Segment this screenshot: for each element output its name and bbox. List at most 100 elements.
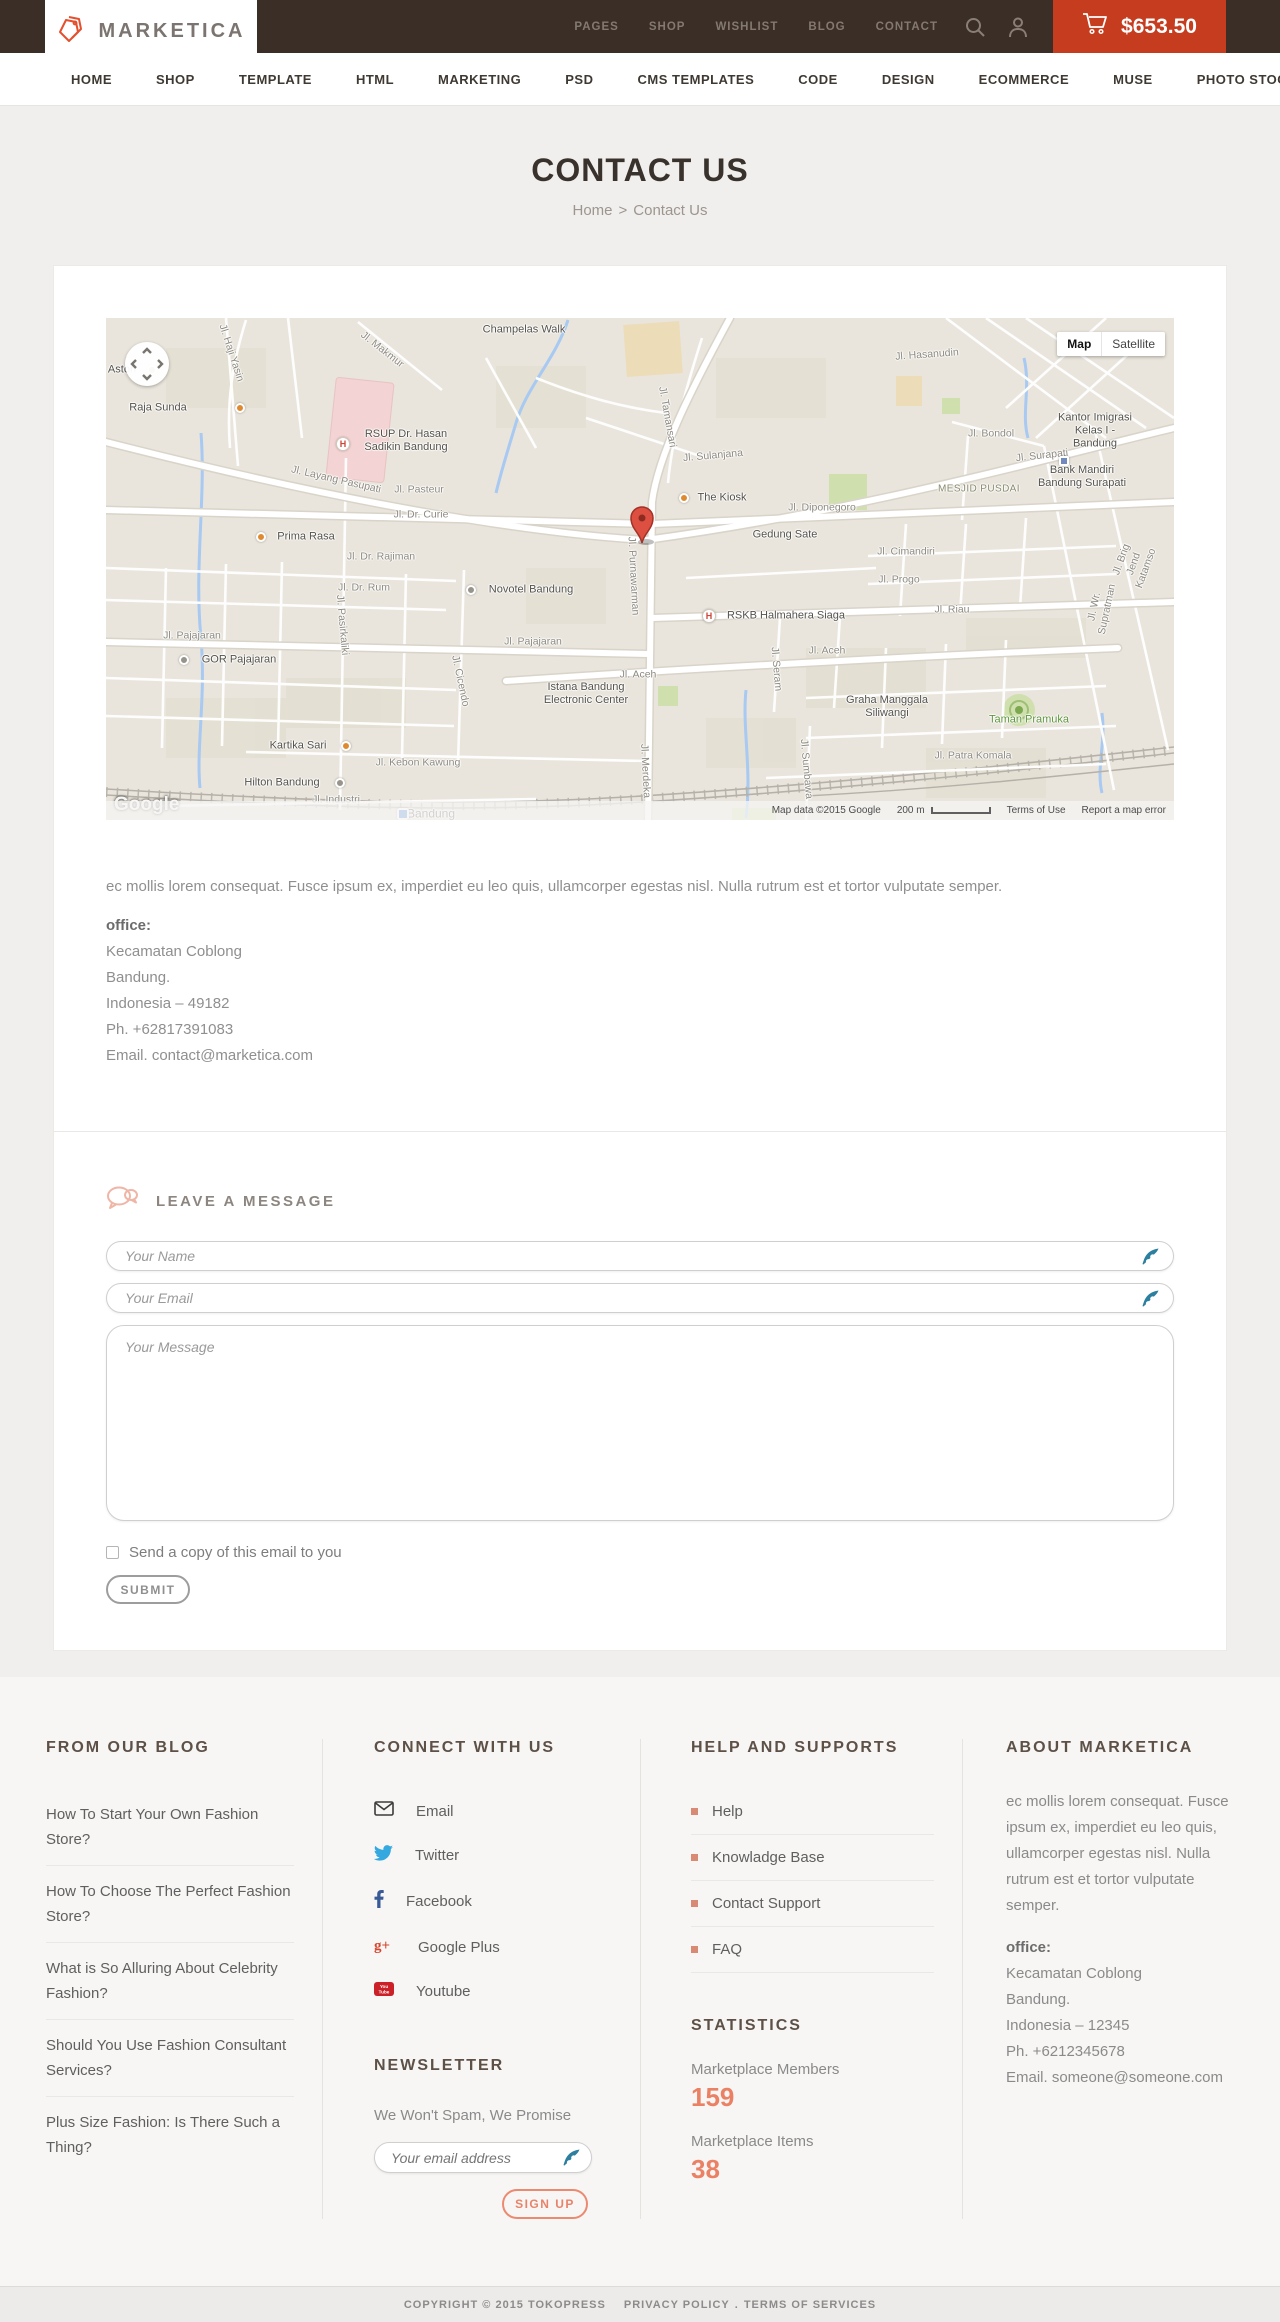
- bullet-icon: [691, 1808, 698, 1815]
- category-nav-item-shop[interactable]: SHOP: [156, 72, 195, 87]
- stat-label: Marketplace Items: [691, 2133, 814, 2150]
- map-restaurant-icon[interactable]: [256, 532, 266, 542]
- map-hospital-icon[interactable]: H: [336, 437, 350, 451]
- category-nav-item-design[interactable]: DESIGN: [882, 72, 935, 87]
- map-label-poi[interactable]: Gedung Sate: [753, 529, 818, 542]
- map-label-road: Jl. Dr. Rajiman: [346, 550, 416, 563]
- svg-text:You: You: [380, 1984, 389, 1989]
- blog-link[interactable]: Should You Use Fashion Consultant Servic…: [46, 2037, 286, 2079]
- top-nav-item-pages[interactable]: PAGES: [559, 21, 633, 33]
- category-nav-item-template[interactable]: TEMPLATE: [239, 72, 312, 87]
- map-label-poi[interactable]: Istana Bandung Electronic Center: [544, 681, 628, 707]
- map-label-poi[interactable]: RSUP Dr. Hasan Sadikin Bandung: [364, 428, 447, 454]
- connect-item-label: Google Plus: [418, 1939, 500, 1956]
- privacy-policy-link[interactable]: PRIVACY POLICY: [624, 2299, 730, 2311]
- category-nav-item-html[interactable]: HTML: [356, 72, 394, 87]
- facebook-icon: [374, 1890, 384, 1913]
- blog-link[interactable]: How To Start Your Own Fashion Store?: [46, 1806, 258, 1848]
- help-link-contact-support[interactable]: Contact Support: [712, 1895, 820, 1912]
- map-label-poi[interactable]: Kartika Sari: [270, 740, 327, 753]
- map-label-road: Jl. Aceh: [808, 644, 846, 657]
- bullet-icon: [691, 1854, 698, 1861]
- terms-of-services-link[interactable]: TERMS OF SERVICES: [744, 2299, 876, 2311]
- logo[interactable]: MARKETICA: [45, 0, 257, 62]
- blog-link[interactable]: What is So Alluring About Celebrity Fash…: [46, 1960, 278, 2002]
- report-map-error-link[interactable]: Report a map error: [1082, 805, 1166, 816]
- map-marker-pin[interactable]: [629, 505, 655, 545]
- map-hospital-icon[interactable]: H: [702, 609, 716, 623]
- help-list-item: Contact Support: [691, 1881, 934, 1927]
- signup-button[interactable]: SIGN UP: [502, 2189, 588, 2219]
- category-nav-item-cms-templates[interactable]: CMS TEMPLATES: [638, 72, 755, 87]
- name-input[interactable]: [106, 1241, 1174, 1271]
- satellite-button[interactable]: Satellite: [1102, 332, 1165, 356]
- user-account-icon[interactable]: [997, 16, 1039, 38]
- category-nav-item-psd[interactable]: PSD: [565, 72, 593, 87]
- map-label-poi[interactable]: Kantor Imigrasi Kelas I - Bandung: [1056, 412, 1135, 451]
- category-nav-item-ecommerce[interactable]: ECOMMERCE: [979, 72, 1069, 87]
- breadcrumb-home[interactable]: Home: [573, 202, 613, 219]
- help-link-knowladge-base[interactable]: Knowladge Base: [712, 1849, 825, 1866]
- category-nav-item-home[interactable]: HOME: [71, 72, 112, 87]
- map-label-road: Jl. Kebon Kawung: [375, 756, 461, 769]
- map-restaurant-icon[interactable]: [235, 403, 245, 413]
- category-nav-item-marketing[interactable]: MARKETING: [438, 72, 521, 87]
- top-nav-item-contact[interactable]: CONTACT: [861, 21, 953, 33]
- category-nav-item-muse[interactable]: MUSE: [1113, 72, 1153, 87]
- connect-item-google-plus[interactable]: g+ Google Plus: [374, 1925, 612, 1970]
- send-copy-checkbox[interactable]: [106, 1546, 119, 1559]
- map-restaurant-icon[interactable]: [679, 493, 689, 503]
- page-header: CONTACT US Home > Contact Us: [0, 106, 1280, 265]
- map-button[interactable]: Map: [1057, 332, 1103, 356]
- top-nav-item-wishlist[interactable]: WISHLIST: [700, 21, 793, 33]
- map-label-poi[interactable]: The Kiosk: [698, 492, 747, 505]
- map-hotel-icon[interactable]: [466, 585, 476, 595]
- map-label-poi[interactable]: Bank Mandiri Bandung Surapati: [1038, 464, 1126, 490]
- map-label-poi[interactable]: GOR Pajajaran: [202, 654, 277, 667]
- map-pan-control[interactable]: [125, 342, 169, 386]
- blog-link[interactable]: How To Choose The Perfect Fashion Store?: [46, 1883, 291, 1925]
- connect-item-youtube[interactable]: You Tube Youtube: [374, 1970, 612, 2013]
- category-nav-item-photo-stocks[interactable]: PHOTO STOCKS: [1197, 72, 1280, 87]
- cart-button[interactable]: $653.50: [1053, 0, 1226, 53]
- search-icon[interactable]: [953, 16, 997, 38]
- map-label-poi[interactable]: Graha Manggala Siliwangi: [846, 694, 928, 720]
- map-hotel-icon[interactable]: [178, 655, 189, 665]
- category-nav-item-code[interactable]: CODE: [798, 72, 838, 87]
- newsletter-email-input[interactable]: [374, 2142, 592, 2173]
- help-link-faq[interactable]: FAQ: [712, 1941, 742, 1958]
- map-label-area[interactable]: MESJID PUSDAI: [938, 483, 1020, 496]
- send-copy-label: Send a copy of this email to you: [129, 1544, 342, 1561]
- message-textarea[interactable]: [106, 1325, 1174, 1521]
- blog-list-item: How To Start Your Own Fashion Store?: [46, 1789, 294, 1866]
- connect-item-email[interactable]: Email: [374, 1789, 612, 1833]
- help-list-item: Knowladge Base: [691, 1835, 934, 1881]
- top-nav-item-shop[interactable]: SHOP: [634, 21, 701, 33]
- map-label-poi[interactable]: Champelas Walk: [483, 324, 566, 337]
- map-label-poi[interactable]: Prima Rasa: [277, 531, 334, 544]
- footer-stats-title: STATISTICS: [691, 2017, 802, 2034]
- email-input[interactable]: [106, 1283, 1174, 1313]
- speech-bubbles-icon: [106, 1186, 138, 1217]
- map-label-poi[interactable]: Hilton Bandung: [244, 777, 319, 790]
- map-label-road: Jl. Aceh: [619, 668, 657, 681]
- submit-button[interactable]: SUBMIT: [106, 1575, 190, 1604]
- map-hotel-icon[interactable]: [335, 778, 345, 788]
- map-restaurant-icon[interactable]: [341, 741, 351, 751]
- google-map[interactable]: Champelas Walk Jl. Hasanudin Aston Jl. Haji…: [106, 318, 1174, 820]
- connect-item-twitter[interactable]: Twitter: [373, 1833, 612, 1878]
- connect-item-facebook[interactable]: Facebook: [374, 1878, 612, 1925]
- help-link-help[interactable]: Help: [712, 1803, 743, 1820]
- map-label-poi[interactable]: Novotel Bandung: [489, 584, 573, 597]
- terms-of-use-link[interactable]: Terms of Use: [1007, 805, 1066, 816]
- map-bank-icon[interactable]: [1058, 456, 1069, 466]
- connect-list: Email Twitter Facebook g+ Google Plus You Tube…: [373, 1789, 612, 2013]
- map-label-poi[interactable]: RSKB Halmahera Siaga: [727, 610, 845, 623]
- blog-link[interactable]: Plus Size Fashion: Is There Such a Thing…: [46, 2114, 280, 2156]
- map-label-park[interactable]: Taman Pramuka: [989, 714, 1069, 727]
- map-label-poi[interactable]: Raja Sunda: [129, 402, 187, 415]
- top-nav-item-blog[interactable]: BLOG: [793, 21, 860, 33]
- map-label-road: Jl. Diponegoro: [788, 501, 856, 514]
- youtube-icon: You Tube: [374, 1982, 394, 2001]
- blog-list-item: How To Choose The Perfect Fashion Store?: [46, 1866, 294, 1943]
